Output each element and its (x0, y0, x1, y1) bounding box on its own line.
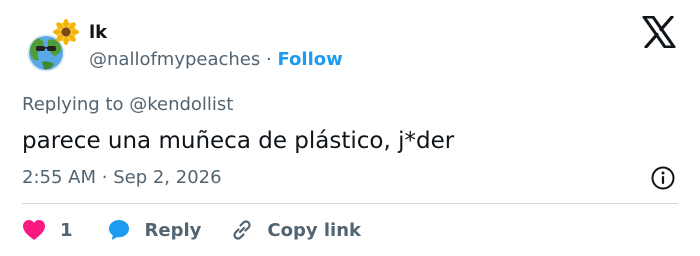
replying-to-mention[interactable]: @kendollist (129, 94, 233, 115)
heart-icon (23, 220, 45, 240)
x-logo-icon[interactable] (642, 16, 676, 48)
replying-to: Replying to @kendollist (22, 93, 233, 117)
display-name[interactable]: lk (89, 22, 107, 44)
reply-button[interactable]: Reply (107, 218, 202, 242)
divider (22, 203, 678, 204)
avatar-image (27, 19, 79, 72)
separator-dot: · (266, 49, 272, 70)
speech-bubble-icon (108, 220, 129, 240)
tweet-time: 2:55 AM (22, 167, 96, 188)
replying-to-prefix: Replying to (22, 94, 124, 115)
tweet-timestamp[interactable]: 2:55 AM · Sep 2, 2026 (22, 166, 222, 190)
like-button[interactable]: 1 (22, 219, 73, 241)
copy-link-label: Copy link (267, 219, 361, 241)
user-handle[interactable]: @nallofmypeaches (89, 49, 260, 70)
like-count: 1 (60, 219, 73, 241)
avatar[interactable] (24, 18, 80, 74)
action-bar: 1 Reply Copy link (22, 216, 361, 244)
info-icon[interactable] (650, 165, 676, 191)
timestamp-separator: · (101, 167, 108, 188)
link-icon (233, 220, 252, 240)
tweet-text: parece una muñeca de plástico, j*der (22, 128, 455, 154)
tweet-date: Sep 2, 2026 (113, 167, 222, 188)
handle-row: @nallofmypeaches · Follow (89, 48, 343, 72)
follow-button[interactable]: Follow (277, 49, 342, 70)
reply-label: Reply (144, 219, 202, 241)
copy-link-button[interactable]: Copy link (229, 217, 361, 243)
